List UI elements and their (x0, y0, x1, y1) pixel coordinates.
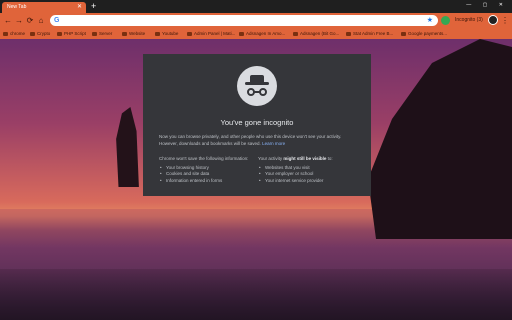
list-item: Information entered in forms (159, 178, 255, 185)
new-tab-button[interactable]: + (91, 1, 96, 12)
bookmark-item[interactable]: Stat Admin Free B... (346, 28, 398, 39)
bookmark-item[interactable]: Adsnagen (Bit Go... (293, 28, 343, 39)
reload-icon[interactable]: ⟳ (25, 15, 35, 26)
extension-icon[interactable] (441, 16, 450, 25)
bookmark-item[interactable]: PHP Script (57, 28, 97, 39)
site-icon (401, 31, 406, 36)
bookmark-item[interactable]: Youtube (155, 28, 191, 39)
incognito-panel: You've gone incognito Now you can browse… (143, 54, 371, 196)
site-icon (187, 31, 192, 36)
folder-icon (57, 31, 62, 36)
folder-icon (3, 31, 8, 36)
bookmark-item[interactable]: Website (122, 28, 158, 39)
bookmarks-bar: chrome Crypto PHP Script Server Website … (0, 28, 512, 39)
visible-to-heading: Your activity might still be visible to: (258, 156, 333, 161)
not-saved-column: Chrome won't save the following informat… (159, 156, 255, 184)
forward-arrow-icon[interactable]: → (14, 15, 24, 26)
bookmark-item[interactable]: Adsnagen In Amo... (239, 28, 289, 39)
list-item: Your internet service provider (258, 178, 354, 185)
home-icon[interactable]: ⌂ (36, 15, 46, 26)
folder-icon (122, 31, 127, 36)
toolbar: ← → ⟳ ⌂ G ★ Incognito (3) ⋮ (0, 13, 512, 28)
omnibox[interactable]: G ★ (50, 15, 438, 26)
incognito-description: Now you can browse privately, and other … (159, 134, 342, 146)
haystack-rock (368, 39, 512, 239)
incognito-icon (237, 66, 277, 106)
bookmark-item[interactable]: Admin Panel | Mati... (187, 28, 237, 39)
beach-sand (0, 269, 512, 320)
tab-strip: New Tab ✕ + — ▢ ✕ (0, 0, 512, 13)
bookmark-item[interactable]: Server (92, 28, 126, 39)
tab-new-tab[interactable]: New Tab ✕ (2, 2, 86, 13)
bookmark-star-icon[interactable]: ★ (427, 15, 433, 26)
not-saved-heading: Chrome won't save the following informat… (159, 156, 249, 161)
back-arrow-icon[interactable]: ← (3, 15, 13, 26)
sea-stack-rock (116, 107, 139, 187)
site-icon (346, 31, 351, 36)
close-tab-icon[interactable]: ✕ (77, 2, 82, 13)
folder-icon (30, 31, 35, 36)
site-icon (293, 31, 298, 36)
learn-more-link[interactable]: Learn more (262, 141, 285, 146)
address-input[interactable] (64, 15, 404, 26)
tab-title: New Tab (7, 4, 27, 10)
folder-icon (155, 31, 160, 36)
bookmark-item[interactable]: Google payments... (401, 28, 457, 39)
profile-label[interactable]: Incognito (3) (455, 13, 483, 28)
folder-icon (92, 31, 97, 36)
site-icon (239, 31, 244, 36)
window-controls[interactable]: — ▢ ✕ (466, 2, 508, 8)
incognito-avatar-icon[interactable] (488, 15, 498, 25)
menu-dots-icon[interactable]: ⋮ (501, 13, 509, 28)
google-icon: G (54, 17, 60, 24)
visible-to-column: Your activity might still be visible to:… (258, 156, 354, 184)
page-title: You've gone incognito (220, 118, 294, 127)
